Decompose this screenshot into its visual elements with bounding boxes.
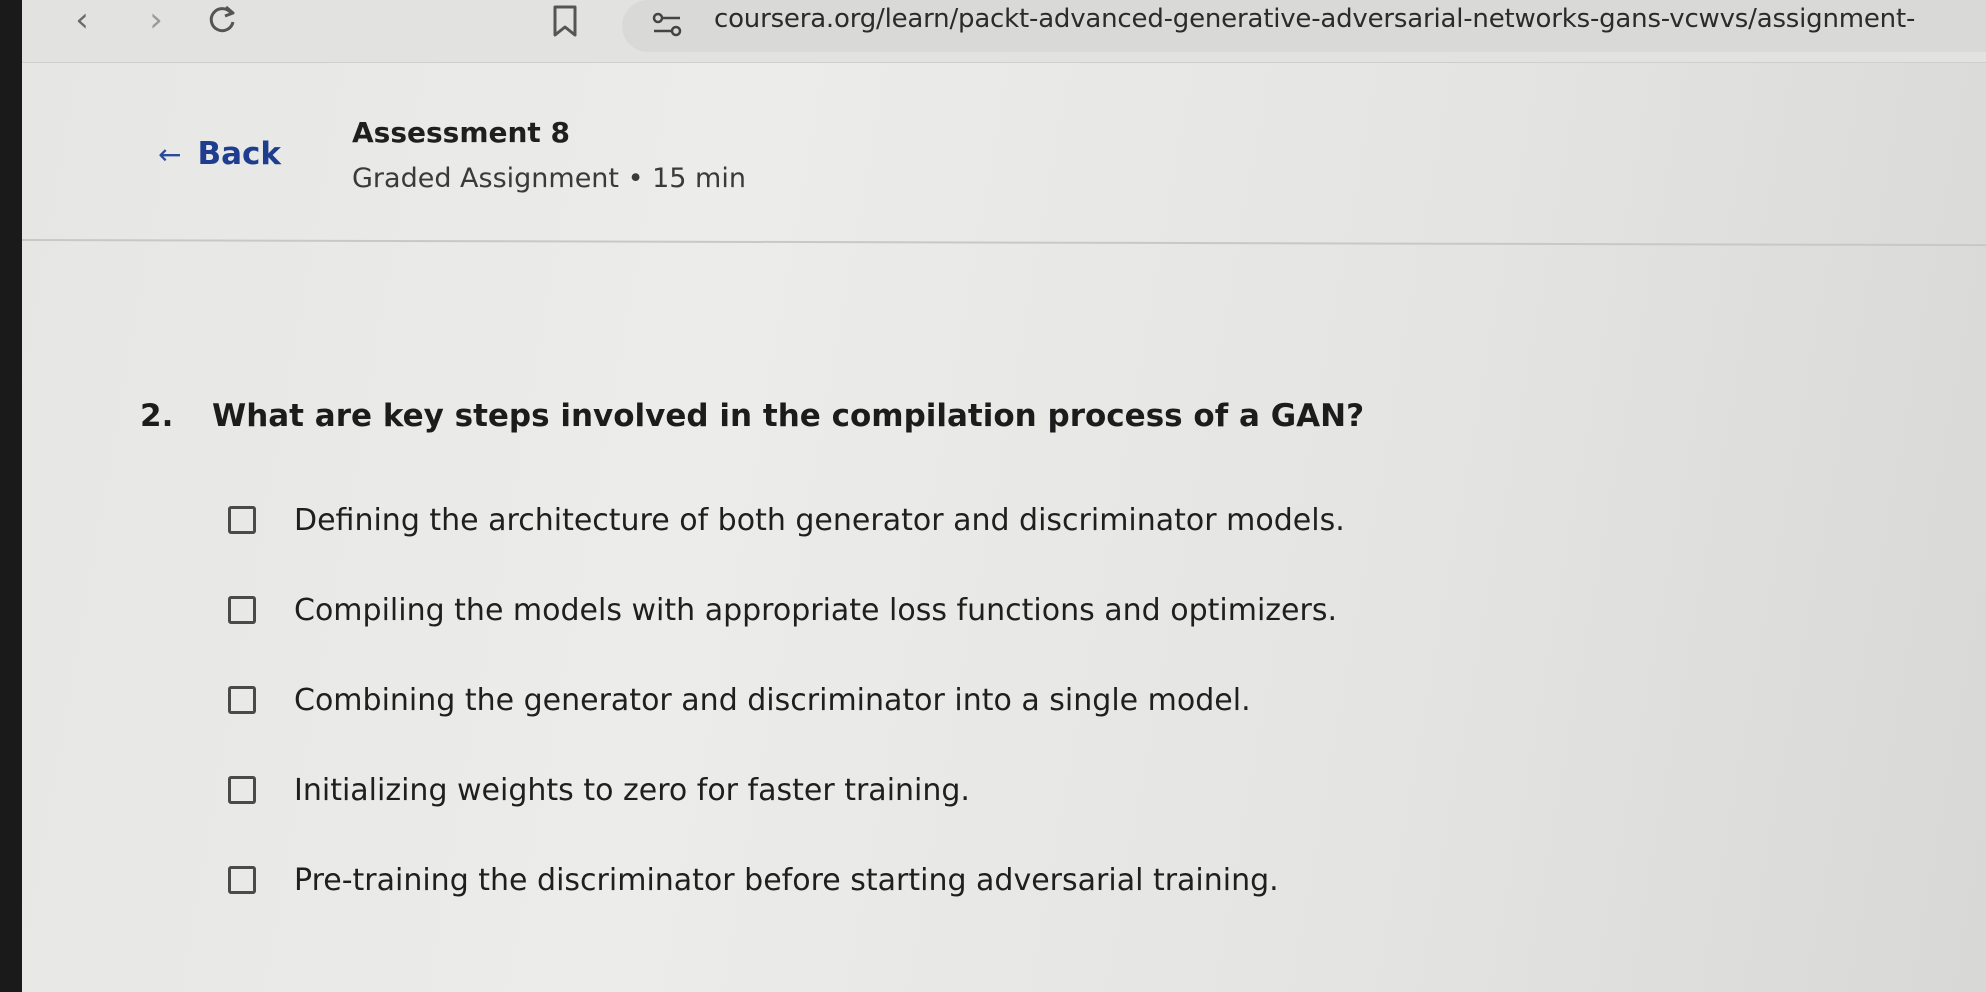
screen: ‹ › coursera.org/learn/packt-advanced-ge… (22, 0, 1986, 992)
chevron-left-icon[interactable]: ‹ (62, 0, 102, 40)
bookmark-icon[interactable] (550, 4, 580, 38)
answer-option-label: Pre-training the discriminator before st… (294, 862, 1279, 898)
answer-option-label: Combining the generator and discriminato… (294, 682, 1251, 718)
url-text[interactable]: coursera.org/learn/packt-advanced-genera… (714, 4, 1915, 34)
answer-option-label: Compiling the models with appropriate lo… (294, 592, 1337, 628)
answer-option-label: Defining the architecture of both genera… (294, 502, 1345, 538)
checkbox[interactable] (228, 686, 256, 714)
question-prompt: 2. What are key steps involved in the com… (140, 398, 1364, 434)
page-subtitle: Graded Assignment • 15 min (352, 163, 746, 194)
header-divider (22, 239, 1986, 247)
answer-option[interactable]: Pre-training the discriminator before st… (228, 858, 1345, 902)
question-number: 2. (140, 398, 174, 434)
question-text: What are key steps involved in the compi… (212, 398, 1365, 434)
address-bar[interactable]: coursera.org/learn/packt-advanced-genera… (622, 0, 1986, 52)
arrow-left-icon: ← (158, 137, 182, 171)
answer-option[interactable]: Combining the generator and discriminato… (228, 678, 1345, 722)
answer-option[interactable]: Defining the architecture of both genera… (228, 498, 1345, 542)
answer-option[interactable]: Compiling the models with appropriate lo… (228, 588, 1345, 632)
checkbox[interactable] (228, 596, 256, 624)
checkbox[interactable] (228, 776, 256, 804)
back-button[interactable]: ← Back (158, 136, 281, 172)
browser-toolbar: ‹ › coursera.org/learn/packt-advanced-ge… (22, 0, 1986, 63)
reload-icon[interactable] (202, 0, 242, 40)
answer-option[interactable]: Initializing weights to zero for faster … (228, 768, 1345, 812)
answer-options: Defining the architecture of both genera… (228, 498, 1345, 948)
page-title: Assessment 8 (352, 116, 571, 149)
checkbox[interactable] (228, 866, 256, 894)
checkbox[interactable] (228, 506, 256, 534)
answer-option-label: Initializing weights to zero for faster … (294, 772, 970, 808)
back-label: Back (197, 136, 282, 172)
chevron-right-icon[interactable]: › (136, 0, 176, 40)
site-settings-icon[interactable] (650, 10, 684, 40)
